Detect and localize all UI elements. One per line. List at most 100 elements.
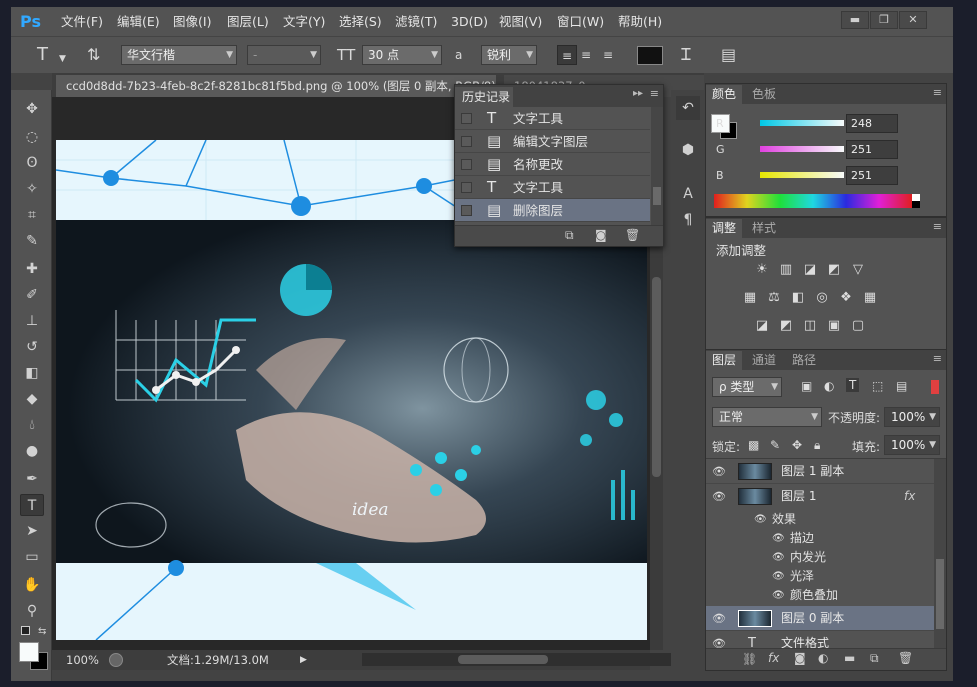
- blue-track[interactable]: [760, 172, 844, 178]
- tab-paths[interactable]: 路径: [786, 351, 822, 370]
- history-item[interactable]: T 文字工具: [455, 176, 650, 199]
- history-scrollbar[interactable]: [651, 107, 663, 225]
- menu-filter[interactable]: 滤镜(T): [395, 7, 437, 36]
- green-track[interactable]: [760, 146, 844, 152]
- layer-filter-select[interactable]: ρ 类型 ▼: [712, 377, 782, 397]
- history-dock-icon[interactable]: ↶: [676, 96, 700, 120]
- fx-icon[interactable]: fx: [904, 484, 915, 509]
- swap-colors-icon[interactable]: ⇆: [38, 626, 46, 637]
- magic-wand-icon[interactable]: ✧: [20, 178, 44, 200]
- blend-mode-select[interactable]: 正常 ▼: [712, 407, 822, 427]
- antialias-select[interactable]: 锐利 ▼: [481, 45, 537, 65]
- type-tool-icon[interactable]: T: [20, 494, 44, 516]
- history-panel-title[interactable]: 历史记录: [455, 87, 513, 107]
- warp-text-icon[interactable]: Ꮖ: [681, 45, 692, 65]
- layer-row[interactable]: 👁︎ 图层 1 副本: [706, 459, 934, 484]
- dodge-tool-icon[interactable]: ●: [20, 440, 44, 462]
- history-snapshot-checkbox[interactable]: [461, 136, 472, 147]
- clone-stamp-icon[interactable]: ⊥: [20, 310, 44, 332]
- tab-layers[interactable]: 图层: [706, 351, 743, 370]
- new-layer-icon[interactable]: ⧉: [870, 651, 879, 666]
- selective-color-icon[interactable]: ▢: [849, 318, 867, 334]
- visibility-eye-icon[interactable]: 👁︎: [772, 567, 785, 586]
- smart-object-filter-icon[interactable]: ▤: [896, 379, 907, 393]
- layer-name[interactable]: 图层 1 副本: [781, 459, 844, 484]
- trash-icon[interactable]: 🗑︎: [625, 228, 640, 242]
- history-brush-icon[interactable]: ↺: [20, 336, 44, 358]
- rectangle-tool-icon[interactable]: ▭: [20, 546, 44, 568]
- lock-position-icon[interactable]: ✥: [792, 438, 802, 452]
- white-swatch[interactable]: [912, 194, 920, 201]
- history-snapshot-checkbox[interactable]: [461, 182, 472, 193]
- history-item[interactable]: T 文字工具: [455, 107, 650, 130]
- pen-tool-icon[interactable]: ✒: [20, 468, 44, 490]
- invert-icon[interactable]: ◪: [753, 318, 771, 334]
- effects-group-row[interactable]: 👁︎ 效果: [706, 510, 934, 529]
- scroll-thumb[interactable]: [653, 187, 661, 205]
- history-item[interactable]: ▤ 名称更改: [455, 153, 650, 176]
- red-track[interactable]: [760, 120, 844, 126]
- scroll-thumb[interactable]: [458, 655, 548, 664]
- color-spectrum-bar[interactable]: [714, 194, 912, 208]
- tab-color[interactable]: 颜色: [706, 85, 743, 104]
- visibility-eye-icon[interactable]: 👁︎: [772, 548, 785, 567]
- history-snapshot-checkbox[interactable]: [461, 113, 472, 124]
- red-value-input[interactable]: 248: [846, 114, 898, 133]
- marquee-tool-icon[interactable]: ◌: [20, 126, 44, 148]
- eraser-tool-icon[interactable]: ◧: [20, 362, 44, 384]
- lasso-tool-icon[interactable]: ʘ: [20, 152, 44, 174]
- scroll-thumb[interactable]: [936, 559, 944, 629]
- paint-bucket-icon[interactable]: ◆: [20, 388, 44, 410]
- history-snapshot-checkbox[interactable]: [461, 159, 472, 170]
- layer-row[interactable]: 👁︎ 图层 1 fx: [706, 484, 934, 509]
- opacity-input[interactable]: 100% ▼: [884, 407, 940, 427]
- adjustment-filter-icon[interactable]: ◐: [824, 379, 834, 393]
- black-white-icon[interactable]: ◧: [789, 290, 807, 306]
- panel-menu-icon[interactable]: ≡: [933, 86, 942, 99]
- layer-row-selected[interactable]: 👁︎ 图层 0 副本: [706, 606, 934, 631]
- posterize-icon[interactable]: ◩: [777, 318, 795, 334]
- font-family-select[interactable]: 华文行楷 ▼: [121, 45, 237, 65]
- menu-help[interactable]: 帮助(H): [618, 7, 662, 36]
- blue-value-input[interactable]: 251: [846, 166, 898, 185]
- lock-image-icon[interactable]: ✎: [770, 438, 780, 452]
- new-group-icon[interactable]: ▬: [844, 651, 855, 665]
- lock-transparent-icon[interactable]: ▩: [748, 438, 759, 452]
- history-snapshot-checkbox[interactable]: [461, 205, 472, 216]
- levels-icon[interactable]: ▥: [777, 262, 795, 278]
- layer-name[interactable]: 图层 1: [781, 484, 816, 509]
- close-button[interactable]: ✕: [899, 11, 927, 29]
- gradient-map-icon[interactable]: ▣: [825, 318, 843, 334]
- new-adjustment-icon[interactable]: ◐: [818, 651, 828, 665]
- menu-image[interactable]: 图像(I): [173, 7, 211, 36]
- layer-thumbnail[interactable]: [738, 463, 772, 480]
- align-left-icon[interactable]: ≡: [557, 45, 577, 65]
- character-panel-icon[interactable]: ▤: [721, 45, 736, 65]
- visibility-eye-icon[interactable]: 👁︎: [772, 529, 785, 548]
- black-swatch[interactable]: [912, 201, 920, 208]
- font-style-select[interactable]: - ▼: [247, 45, 321, 65]
- shape-filter-icon[interactable]: ⬚: [872, 379, 883, 393]
- add-mask-icon[interactable]: ◙: [794, 651, 806, 665]
- collapse-icon[interactable]: ▸▸: [633, 88, 643, 99]
- filter-toggle-switch[interactable]: [931, 380, 939, 394]
- green-slider[interactable]: G 251: [706, 140, 946, 162]
- healing-brush-icon[interactable]: ✚: [20, 258, 44, 280]
- align-center-icon[interactable]: ≡: [581, 45, 591, 65]
- eyedropper-tool-icon[interactable]: ✎: [20, 230, 44, 252]
- photo-filter-icon[interactable]: ◎: [813, 290, 831, 306]
- brightness-contrast-icon[interactable]: ☀: [753, 262, 771, 278]
- channel-mixer-icon[interactable]: ❖: [837, 290, 855, 306]
- type-filter-icon[interactable]: T: [846, 378, 860, 392]
- doc-info[interactable]: 文档:1.29M/13.0M: [167, 650, 269, 670]
- menu-edit[interactable]: 编辑(E): [117, 7, 160, 36]
- status-menu-arrow-icon[interactable]: ▶: [300, 650, 307, 670]
- threshold-icon[interactable]: ◫: [801, 318, 819, 334]
- hue-saturation-icon[interactable]: ▦: [741, 290, 759, 306]
- visibility-eye-icon[interactable]: 👁︎: [712, 484, 726, 509]
- tab-styles[interactable]: 样式: [746, 219, 782, 238]
- text-orientation-icon[interactable]: ⇅: [87, 45, 100, 65]
- tab-active-document[interactable]: ccd0d8dd-7b23-4feb-8c2f-8281bc81f5bd.png…: [56, 75, 496, 97]
- menu-select[interactable]: 选择(S): [339, 7, 382, 36]
- effect-row[interactable]: 👁︎ 内发光: [706, 548, 934, 567]
